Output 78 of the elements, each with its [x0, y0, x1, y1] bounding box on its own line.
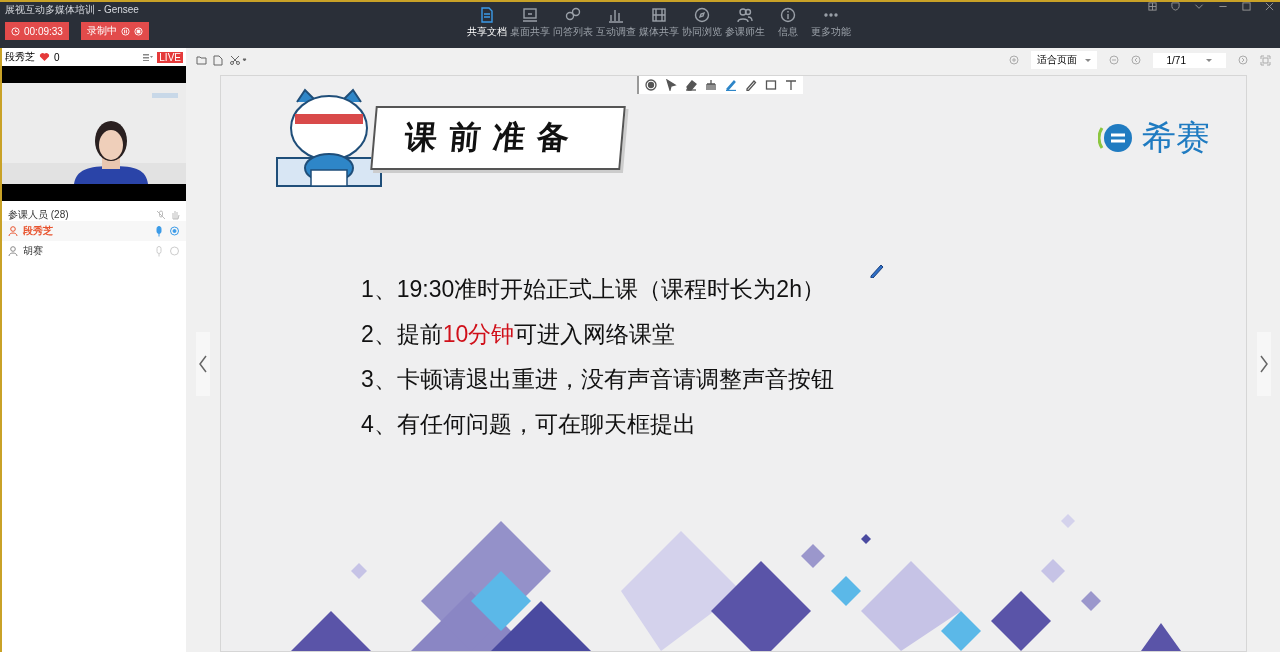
presenter-name: 段秀芝 — [5, 50, 35, 64]
pen-icon — [725, 79, 737, 91]
film-icon — [650, 7, 667, 23]
person-icon — [8, 226, 18, 236]
toolbar-tab[interactable]: 参课师生 — [723, 7, 766, 48]
zoom-in-icon[interactable] — [1008, 55, 1019, 65]
record-icon — [645, 79, 657, 91]
window-title: 展视互动多媒体培训 - Gensee — [5, 3, 140, 17]
toolbar-tab[interactable]: 更多功能 — [809, 7, 852, 48]
instruction-line: 2、提前10分钟可进入网络课堂 — [361, 320, 677, 349]
toolbar-tab[interactable]: 互动调查 — [594, 7, 637, 48]
caret-icon — [1206, 57, 1212, 63]
live-badge: LIVE — [157, 51, 183, 63]
scissors-icon[interactable] — [229, 55, 247, 65]
text-tool-icon — [785, 79, 797, 91]
document-icon — [478, 7, 495, 23]
participant-name: 段秀芝 — [23, 224, 53, 238]
drawing-tool[interactable] — [785, 79, 797, 91]
toolbar-tab[interactable]: 问答列表 — [551, 7, 594, 48]
pencil-icon — [745, 79, 757, 91]
clock-icon — [11, 26, 20, 36]
bar-chart-icon — [607, 7, 624, 23]
folder-icon[interactable] — [196, 55, 207, 65]
toolbar-tab[interactable]: 信息 — [766, 7, 809, 48]
previous-slide-icon[interactable] — [196, 331, 210, 396]
grid-icon[interactable] — [1148, 2, 1157, 11]
next-page-icon[interactable] — [1238, 55, 1248, 65]
info-icon — [779, 7, 796, 23]
toolbar-tab[interactable]: 桌面共享 — [508, 7, 551, 48]
close-icon[interactable] — [1265, 2, 1274, 11]
instruction-line: 3、卡顿请退出重进，没有声音请调整声音按钮 — [361, 365, 835, 394]
microphone-icon[interactable] — [154, 225, 164, 237]
toolbar-tab[interactable]: 共享文档 — [465, 7, 508, 48]
instruction-line: 4、有任何问题，可在聊天框提出 — [361, 410, 697, 439]
slide-title: 课前准备 — [370, 106, 626, 170]
chevron-down-icon[interactable] — [1194, 2, 1204, 11]
maximize-icon[interactable] — [1242, 2, 1251, 11]
stop-icon[interactable] — [133, 26, 143, 36]
drawing-tool[interactable] — [725, 79, 737, 91]
drawing-tool[interactable] — [705, 79, 717, 91]
rectangle-icon — [765, 79, 777, 91]
speech-bubbles-icon — [564, 7, 581, 23]
drawing-tool[interactable] — [645, 79, 657, 91]
pencil-cursor-icon — [869, 262, 885, 278]
brand-name: 希赛 — [1142, 117, 1210, 158]
participants-header: 参课人员 (28) — [8, 208, 69, 222]
heart-icon[interactable] — [39, 52, 50, 62]
caret-icon — [1084, 57, 1091, 63]
person-icon — [8, 246, 18, 256]
drawing-tool[interactable] — [685, 79, 697, 91]
page-dropdown[interactable]: 1/71 — [1152, 52, 1226, 68]
layout-icon[interactable] — [143, 53, 154, 61]
pause-icon[interactable] — [120, 26, 130, 36]
cursor-icon — [665, 79, 677, 91]
shield-icon[interactable] — [1171, 2, 1180, 11]
people-icon — [736, 7, 753, 23]
like-count: 0 — [54, 51, 60, 63]
compass-icon — [693, 7, 710, 23]
instruction-line: 1、19:30准时开始正式上课（课程时长为2h） — [361, 275, 826, 304]
timer-button[interactable]: 00:09:33 — [5, 22, 69, 40]
next-slide-icon[interactable] — [1257, 331, 1271, 396]
toolbar-tab[interactable]: 协同浏览 — [680, 7, 723, 48]
broom-icon — [705, 79, 717, 91]
eraser-icon — [685, 79, 697, 91]
drawing-tool[interactable] — [745, 79, 757, 91]
participant-row[interactable]: 段秀芝 — [2, 221, 186, 241]
muted-mic-icon[interactable] — [156, 210, 166, 220]
drawing-tool[interactable] — [765, 79, 777, 91]
previous-page-icon[interactable] — [1130, 55, 1141, 65]
monitor-icon — [521, 7, 538, 23]
camera-icon[interactable] — [169, 225, 180, 237]
recording-button[interactable]: 录制中 — [80, 22, 149, 40]
toolbar-tab[interactable]: 媒体共享 — [637, 7, 680, 48]
zoom-out-icon[interactable] — [1108, 55, 1119, 65]
fit-dropdown[interactable]: 适合页面 — [1030, 51, 1097, 69]
file-icon[interactable] — [213, 54, 223, 66]
drawing-tool[interactable] — [665, 79, 677, 91]
participant-name: 胡赛 — [23, 244, 43, 258]
